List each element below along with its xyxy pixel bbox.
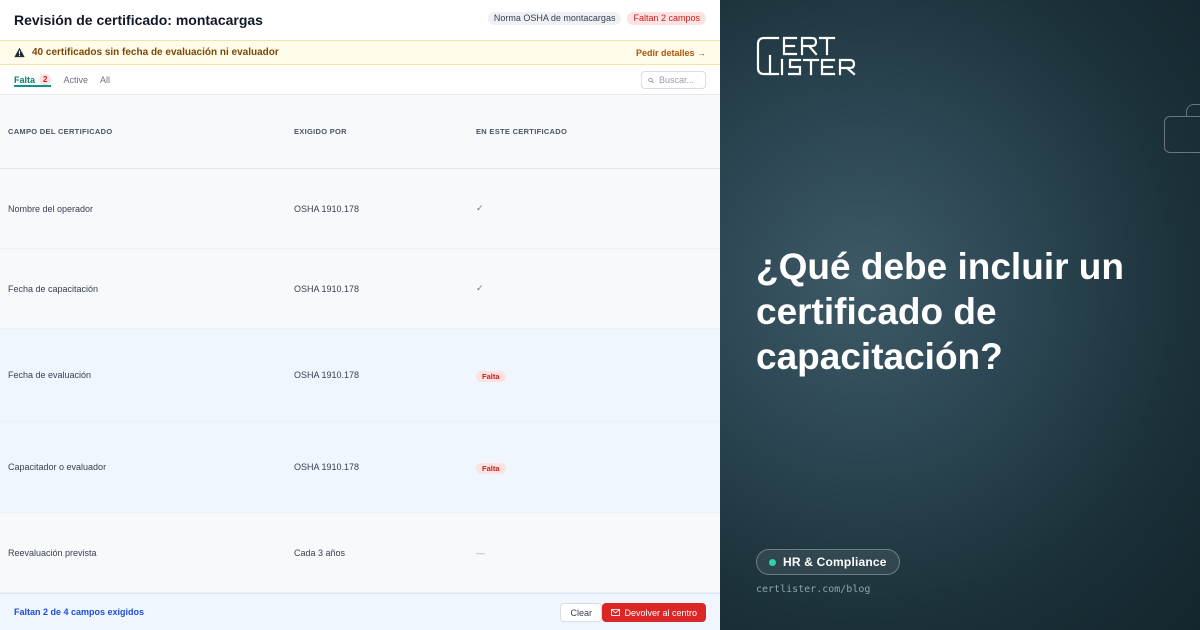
warning-icon (14, 47, 25, 58)
required-by: OSHA 1910.178 (294, 203, 360, 214)
column-header-field: CAMPO DEL CERTIFICADO (8, 127, 113, 136)
required-by: OSHA 1910.178 (294, 462, 360, 472)
request-details-link[interactable]: Pedir detalles → (636, 48, 706, 58)
category-chip: HR & Compliance (756, 549, 900, 575)
missing-fields-badge: Faltan 2 campos (627, 12, 706, 25)
missing-status-badge: Falta (476, 371, 506, 382)
required-by: Cada 3 años (294, 547, 346, 558)
tab-count-badge: 2 (39, 74, 52, 85)
return-to-center-button[interactable]: Devolver al centro (602, 603, 706, 622)
category-dot-icon (769, 559, 776, 566)
review-footer: Faltan 2 de 4 campos exigidos Clear Devo… (0, 593, 720, 630)
header-badges: Norma OSHA de montacargas Faltan 2 campo… (487, 12, 706, 25)
tab-label: Falta (14, 74, 36, 85)
present-check-icon: ✓ (476, 283, 484, 293)
article-headline: ¿Qué debe incluir un certificado de capa… (756, 246, 1124, 377)
decorative-connector (1186, 104, 1200, 116)
warning-banner: 40 certificados sin fecha de evaluación … (0, 40, 720, 65)
warning-text: 40 certificados sin fecha de evaluación … (32, 47, 279, 58)
table-row[interactable]: Reevaluación prevista Cada 3 años — (0, 513, 720, 593)
blog-url: certlister.com/blog (756, 584, 871, 595)
not-applicable-dash: — (476, 547, 485, 558)
search-input[interactable] (659, 75, 699, 85)
required-by: OSHA 1910.178 (294, 283, 360, 294)
decorative-card-outline (1164, 116, 1200, 153)
field-name: Reevaluación prevista (8, 547, 97, 558)
table-row[interactable]: Fecha de capacitación OSHA 1910.178 ✓ (0, 249, 720, 329)
review-header: Revisión de certificado: montacargas Nor… (0, 0, 720, 40)
tab-falta[interactable]: Falta 2 (14, 65, 52, 95)
promo-panel: ¿Qué debe incluir un certificado de capa… (720, 0, 1200, 630)
search-box[interactable] (641, 71, 706, 89)
page-title: Revisión de certificado: montacargas (14, 12, 263, 28)
tab-all[interactable]: All (100, 65, 110, 95)
certlister-logo (756, 36, 856, 76)
present-check-icon: ✓ (476, 203, 484, 213)
category-label: HR & Compliance (783, 555, 887, 569)
missing-summary: Faltan 2 de 4 campos exigidos (14, 607, 145, 617)
column-header-required-by: EXIGIDO POR (294, 127, 347, 136)
missing-status-badge: Falta (476, 463, 506, 474)
search-icon (648, 77, 654, 83)
table-row[interactable]: Capacitador o evaluador OSHA 1910.178 Fa… (0, 422, 720, 513)
field-name: Fecha de capacitación (8, 283, 99, 294)
requirements-table: CAMPO DEL CERTIFICADO EXIGIDO POR EN EST… (0, 95, 720, 593)
column-header-status: EN ESTE CERTIFICADO (476, 127, 568, 136)
field-name: Nombre del operador (8, 203, 94, 214)
table-row[interactable]: Fecha de evaluación OSHA 1910.178 Falta (0, 329, 720, 422)
table-row[interactable]: Nombre del operador OSHA 1910.178 ✓ (0, 169, 720, 249)
required-by: OSHA 1910.178 (294, 370, 360, 380)
tab-active[interactable]: Active (63, 65, 88, 95)
return-button-label: Devolver al centro (624, 607, 697, 618)
table-header: CAMPO DEL CERTIFICADO EXIGIDO POR EN EST… (0, 95, 720, 169)
field-name: Capacitador o evaluador (8, 462, 107, 472)
standard-badge: Norma OSHA de montacargas (487, 12, 622, 25)
filter-tabs: Falta 2 Active All (0, 65, 720, 95)
field-name: Fecha de evaluación (8, 370, 92, 380)
certificate-review-panel: Revisión de certificado: montacargas Nor… (0, 0, 720, 630)
clear-button[interactable]: Clear (560, 603, 602, 622)
mail-icon (611, 609, 621, 616)
